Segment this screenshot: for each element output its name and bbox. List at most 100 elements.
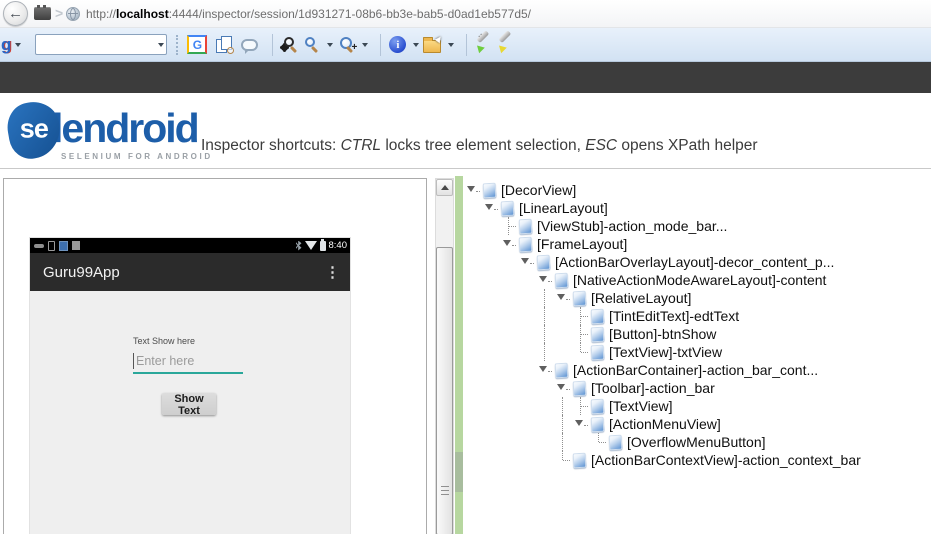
tree-node-label[interactable]: [DecorView] bbox=[501, 182, 576, 198]
toolbar-search-box[interactable] bbox=[35, 34, 167, 55]
tree-node-label[interactable]: [ActionBarContainer]-action_bar_cont... bbox=[573, 362, 818, 378]
zoom-caret-icon[interactable] bbox=[327, 43, 333, 47]
tree-expander-icon[interactable] bbox=[554, 379, 572, 397]
tree-node-icon bbox=[591, 344, 605, 360]
overflow-menu-icon[interactable]: ⋮ bbox=[325, 265, 340, 280]
tree-node-label[interactable]: [Button]-btnShow bbox=[609, 326, 716, 342]
tree-node[interactable]: [ActionMenuView] bbox=[464, 415, 861, 433]
tree-node-label[interactable]: [Toolbar]-action_bar bbox=[591, 380, 715, 396]
tree-expander-icon[interactable] bbox=[536, 361, 554, 379]
toolbar-grip-handle[interactable] bbox=[176, 35, 180, 55]
status-time: 8:40 bbox=[329, 240, 348, 251]
scrollbar-up-button[interactable] bbox=[436, 179, 453, 196]
tree-node[interactable]: [ActionBarContextView]-action_context_ba… bbox=[464, 451, 861, 469]
tree-node[interactable]: [LinearLayout] bbox=[464, 199, 861, 217]
info-icon[interactable]: i bbox=[389, 36, 406, 53]
tree-node[interactable]: [ActionBarOverlayLayout]-decor_content_p… bbox=[464, 253, 861, 271]
tree-node-icon bbox=[555, 362, 569, 378]
left-pane-scrollbar[interactable] bbox=[435, 178, 454, 534]
tree-indent bbox=[482, 343, 500, 361]
scrollbar-thumb[interactable] bbox=[436, 247, 453, 534]
info-caret-icon[interactable] bbox=[413, 43, 419, 47]
device-screenshot[interactable]: 8:40 Guru99App ⋮ Text Show here Show Tex… bbox=[30, 238, 350, 534]
tree-node[interactable]: [FrameLayout] bbox=[464, 235, 861, 253]
wifi-icon bbox=[305, 241, 317, 250]
search-site-icon[interactable] bbox=[214, 36, 234, 54]
url-field[interactable]: http://localhost:4444/inspector/session/… bbox=[86, 7, 531, 21]
tree-expander-icon[interactable] bbox=[500, 235, 518, 253]
search-dropdown-caret-icon[interactable] bbox=[158, 43, 164, 47]
tree-node[interactable]: [TintEditText]-edtText bbox=[464, 307, 861, 325]
back-button[interactable]: ← bbox=[3, 1, 28, 26]
tree-guide-line bbox=[554, 397, 572, 415]
tree-indent bbox=[482, 451, 500, 469]
tree-node[interactable]: [OverflowMenuButton] bbox=[464, 433, 861, 451]
enter-here-input[interactable] bbox=[133, 350, 243, 372]
tree-node-label[interactable]: [FrameLayout] bbox=[537, 236, 627, 252]
shortcut-key-esc: ESC bbox=[585, 137, 617, 154]
dark-banner-bar bbox=[0, 62, 931, 93]
tree-node-label[interactable]: [RelativeLayout] bbox=[591, 290, 691, 306]
tree-node-label[interactable]: [OverflowMenuButton] bbox=[627, 434, 766, 450]
tree-indent bbox=[518, 325, 536, 343]
tree-node-label[interactable]: [NativeActionModeAwareLayout]-content bbox=[573, 272, 826, 288]
tree-expander-icon[interactable] bbox=[464, 181, 482, 199]
tree-expander-icon[interactable] bbox=[518, 253, 536, 271]
tree-node[interactable]: [Button]-btnShow bbox=[464, 325, 861, 343]
enter-here-field[interactable] bbox=[133, 350, 243, 374]
tree-node-icon bbox=[555, 272, 569, 288]
tree-node-label[interactable]: [ActionBarOverlayLayout]-decor_content_p… bbox=[555, 254, 834, 270]
selendroid-inspector-window: ← > http://localhost:4444/inspector/sess… bbox=[0, 0, 931, 534]
tree-node-icon bbox=[591, 398, 605, 414]
tree-expander-icon[interactable] bbox=[482, 199, 500, 217]
tree-node[interactable]: [Toolbar]-action_bar bbox=[464, 379, 861, 397]
tree-node-label[interactable]: [TextView] bbox=[609, 398, 673, 414]
tree-node-label[interactable]: [TintEditText]-edtText bbox=[609, 308, 739, 324]
tree-indent bbox=[500, 415, 518, 433]
bookmarks-folder-icon[interactable] bbox=[423, 40, 441, 53]
tree-expander-icon[interactable] bbox=[554, 289, 572, 307]
favicon-icon bbox=[34, 7, 51, 20]
highlighter-add-icon[interactable]: + bbox=[475, 35, 494, 54]
tree-node-label[interactable]: [TextView]-txtView bbox=[609, 344, 722, 360]
tree-node[interactable]: [DecorView] bbox=[464, 181, 861, 199]
tree-expander-icon[interactable] bbox=[536, 271, 554, 289]
tree-node-label[interactable]: [ActionMenuView] bbox=[609, 416, 721, 432]
toolbar-search-input[interactable] bbox=[36, 35, 166, 54]
tree-expander-icon[interactable] bbox=[572, 415, 590, 433]
spellcheck-magnifier-icon[interactable] bbox=[281, 36, 299, 54]
tree-node[interactable]: [TextView]-txtView bbox=[464, 343, 861, 361]
tree-indent bbox=[464, 415, 482, 433]
bluetooth-icon bbox=[296, 241, 302, 251]
tree-node[interactable]: [ActionBarContainer]-action_bar_cont... bbox=[464, 361, 861, 379]
show-text-button[interactable]: Show Text bbox=[162, 393, 216, 415]
bookmarks-caret-icon[interactable] bbox=[448, 43, 454, 47]
zoom-magnifier-icon[interactable] bbox=[302, 36, 320, 54]
toolbar-separator bbox=[380, 34, 381, 56]
tree-indent bbox=[554, 343, 572, 361]
shortcuts-hint: Inspector shortcuts: CTRL locks tree ele… bbox=[201, 137, 758, 155]
tree-node-icon bbox=[591, 326, 605, 342]
splitter-shade bbox=[455, 452, 463, 492]
tree-indent bbox=[500, 343, 518, 361]
scrollbar-grip bbox=[441, 486, 449, 495]
tree-indent bbox=[500, 451, 518, 469]
zoom-in-magnifier-icon[interactable]: + bbox=[337, 36, 355, 54]
comment-bubble-icon[interactable] bbox=[241, 39, 258, 51]
tree-node[interactable]: [NativeActionModeAwareLayout]-content bbox=[464, 271, 861, 289]
highlighter-icon[interactable] bbox=[497, 35, 516, 54]
google-search-button[interactable]: G bbox=[187, 35, 207, 54]
tree-node-label[interactable]: [ActionBarContextView]-action_context_ba… bbox=[591, 452, 861, 468]
tree-node[interactable]: [RelativeLayout] bbox=[464, 289, 861, 307]
globe-icon bbox=[66, 7, 80, 21]
tree-node-label[interactable]: [LinearLayout] bbox=[519, 200, 608, 216]
tree-connector bbox=[590, 433, 608, 451]
tree-node-label[interactable]: [ViewStub]-action_mode_bar... bbox=[537, 218, 727, 234]
tree-indent bbox=[500, 253, 518, 271]
tree-indent bbox=[482, 217, 500, 235]
tree-node[interactable]: [TextView] bbox=[464, 397, 861, 415]
zoom-in-caret-icon[interactable] bbox=[362, 43, 368, 47]
pane-splitter[interactable] bbox=[455, 176, 463, 534]
tree-node[interactable]: [ViewStub]-action_mode_bar... bbox=[464, 217, 861, 235]
google-logo-caret-icon[interactable] bbox=[15, 43, 21, 47]
